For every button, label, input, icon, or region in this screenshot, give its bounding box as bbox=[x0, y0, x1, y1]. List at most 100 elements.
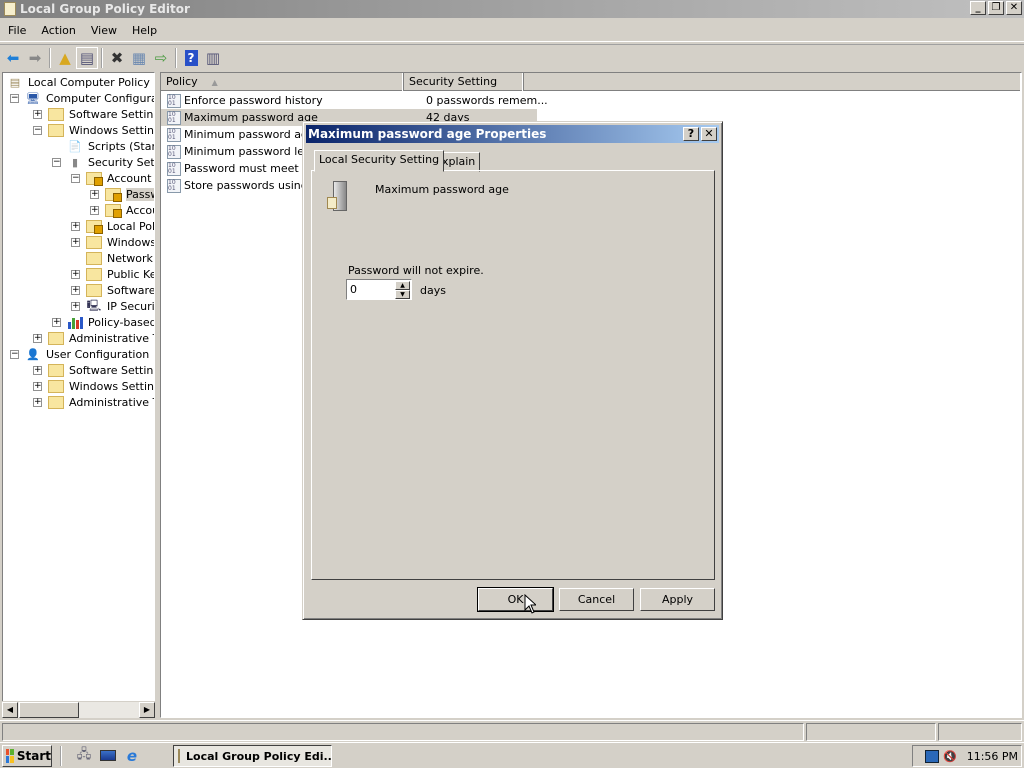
action-pane-icon[interactable]: ▥ bbox=[202, 47, 224, 69]
expand-icon[interactable]: + bbox=[71, 285, 80, 295]
folder-icon bbox=[48, 123, 64, 137]
folder-icon bbox=[86, 283, 102, 297]
menu-action[interactable]: Action bbox=[33, 24, 82, 37]
expand-icon[interactable]: + bbox=[71, 269, 80, 279]
apply-button[interactable]: Apply bbox=[640, 588, 715, 611]
tree-item[interactable]: + Administrative Tem bbox=[33, 394, 154, 410]
tree-item[interactable]: + Local Policie bbox=[71, 218, 154, 234]
expand-icon[interactable]: + bbox=[33, 397, 42, 407]
locked-folder-icon bbox=[86, 171, 103, 186]
days-input[interactable] bbox=[348, 281, 396, 298]
export-list-icon[interactable]: ⇨ bbox=[150, 47, 172, 69]
back-icon[interactable]: ⬅ bbox=[2, 47, 24, 69]
mouse-cursor-icon bbox=[524, 593, 538, 617]
expand-icon[interactable]: + bbox=[90, 205, 99, 215]
show-desktop-icon[interactable] bbox=[99, 748, 117, 764]
tree-item-label: User Configuration bbox=[46, 347, 150, 361]
tree-item-label: Windows F bbox=[107, 235, 155, 249]
cancel-button[interactable]: Cancel bbox=[559, 588, 634, 611]
dialog-titlebar: Maximum password age Properties ? ✕ bbox=[306, 125, 719, 143]
tree-item-label: Software Settings bbox=[69, 107, 154, 121]
expand-icon[interactable]: + bbox=[33, 365, 42, 375]
expand-icon[interactable]: + bbox=[71, 221, 80, 231]
spin-up-button[interactable]: ▲ bbox=[395, 281, 410, 290]
tree-item[interactable]: + 🖳 IP Security bbox=[71, 298, 155, 314]
tree-item[interactable]: Network Lis bbox=[71, 250, 154, 266]
tree-item[interactable]: ▤ Local Computer Policy bbox=[7, 74, 150, 90]
days-spinner[interactable]: ▲ ▼ bbox=[346, 279, 412, 300]
up-folder-icon[interactable]: ▲ bbox=[54, 47, 76, 69]
expand-icon[interactable]: + bbox=[71, 301, 80, 311]
menu-bar: File Action View Help bbox=[0, 20, 1024, 42]
tree-item[interactable]: −▮ Security Settin bbox=[52, 154, 154, 170]
network-icon[interactable] bbox=[925, 749, 939, 763]
expand-icon[interactable]: + bbox=[90, 189, 99, 199]
policy-row[interactable]: 10 01 Enforce password history 0 passwords … bbox=[161, 92, 548, 109]
tree-item[interactable]: −🖥 Computer Configuratio bbox=[10, 90, 154, 106]
tree-item-label: IP Security bbox=[107, 299, 155, 313]
tree-item[interactable]: + Accour bbox=[90, 202, 154, 218]
dialog-help-button[interactable]: ? bbox=[683, 127, 699, 141]
tree-item[interactable]: + Public Key I bbox=[71, 266, 154, 282]
tree-item[interactable]: + Windows Settings bbox=[33, 378, 155, 394]
tree-item[interactable]: − 👤 User Configuration bbox=[10, 346, 149, 362]
server-manager-icon[interactable]: 🖧 bbox=[75, 747, 93, 764]
expand-icon[interactable]: + bbox=[52, 317, 61, 327]
collapse-icon[interactable]: − bbox=[52, 157, 61, 167]
column-header-security-setting[interactable]: Security Setting bbox=[404, 73, 524, 91]
show-hide-tree-icon[interactable]: ▤ bbox=[76, 46, 98, 69]
tree-item-label: Windows Settings bbox=[69, 379, 155, 393]
start-button[interactable]: Start bbox=[2, 744, 52, 767]
tab-local-security-setting[interactable]: Local Security Setting bbox=[314, 150, 445, 172]
tree-item-label: Public Key I bbox=[107, 267, 154, 281]
scroll-left-button[interactable]: ◀ bbox=[2, 702, 18, 718]
tree-item[interactable]: + Passwo bbox=[90, 186, 154, 202]
spin-down-button[interactable]: ▼ bbox=[395, 290, 410, 299]
system-tray: 🔇 11:56 PM bbox=[912, 745, 1022, 767]
column-header-policy[interactable]: Policy ▲ bbox=[161, 73, 404, 91]
collapse-icon[interactable]: − bbox=[10, 349, 19, 359]
tree-item[interactable]: − Windows Settings bbox=[33, 122, 154, 138]
delete-icon[interactable]: ✖ bbox=[106, 47, 128, 69]
internet-explorer-icon[interactable]: e bbox=[123, 747, 141, 765]
tree-item[interactable]: 📄 Scripts (Startup bbox=[52, 138, 154, 154]
expand-icon[interactable]: + bbox=[33, 333, 42, 343]
toolbar-separator bbox=[175, 47, 177, 68]
tree-horizontal-scrollbar[interactable]: ◀ ▶ bbox=[2, 701, 155, 718]
taskbar-item-group-policy-editor[interactable]: Local Group Policy Edi... bbox=[173, 745, 332, 767]
forward-icon[interactable]: ➡ bbox=[24, 47, 46, 69]
clock[interactable]: 11:56 PM bbox=[967, 750, 1018, 763]
expand-icon[interactable]: + bbox=[33, 381, 42, 391]
menu-view[interactable]: View bbox=[83, 24, 124, 37]
help-icon[interactable]: ? bbox=[180, 47, 202, 69]
close-button[interactable]: ✕ bbox=[1006, 1, 1022, 15]
collapse-icon[interactable]: − bbox=[71, 173, 80, 183]
dialog-close-button[interactable]: ✕ bbox=[701, 127, 717, 141]
scroll-thumb[interactable] bbox=[19, 702, 79, 718]
tree-item[interactable]: + Administrative Tem bbox=[33, 330, 154, 346]
expand-icon[interactable]: + bbox=[71, 237, 80, 247]
restore-button[interactable]: ❐ bbox=[988, 1, 1004, 15]
policy-setting-icon: 10 01 bbox=[167, 178, 181, 193]
menu-file[interactable]: File bbox=[0, 24, 33, 37]
collapse-icon[interactable]: − bbox=[33, 125, 42, 135]
tree-item[interactable]: − Account Po bbox=[71, 170, 154, 186]
minimize-button[interactable]: _ bbox=[970, 1, 986, 15]
tree-item-label: Software Settings bbox=[69, 363, 154, 377]
tree-item[interactable]: + Software R bbox=[71, 282, 154, 298]
collapse-icon[interactable]: − bbox=[10, 93, 19, 103]
tree-item[interactable]: + Software Settings bbox=[33, 362, 154, 378]
scroll-right-button[interactable]: ▶ bbox=[139, 702, 155, 718]
ok-button[interactable]: OK bbox=[477, 587, 554, 612]
volume-muted-icon[interactable]: 🔇 bbox=[943, 750, 957, 763]
policy-setting-icon: 10 01 bbox=[167, 110, 181, 125]
tree-item[interactable]: + Windows F bbox=[71, 234, 155, 250]
properties-icon[interactable]: ▦ bbox=[128, 47, 150, 69]
qos-chart-icon bbox=[67, 315, 83, 329]
tree-item[interactable]: + Software Settings bbox=[33, 106, 154, 122]
tree-item[interactable]: + Policy-based Q bbox=[52, 314, 154, 330]
menu-help[interactable]: Help bbox=[124, 24, 164, 37]
tree-item-label: Administrative Tem bbox=[69, 395, 154, 409]
expand-icon[interactable]: + bbox=[33, 109, 42, 119]
policy-value: 0 passwords remem... bbox=[426, 94, 548, 107]
